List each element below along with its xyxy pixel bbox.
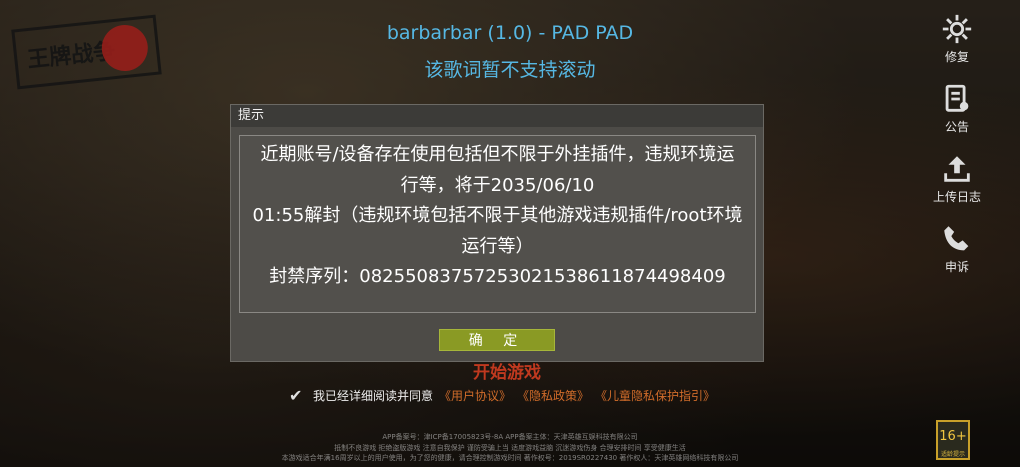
agreement-row: ✔ 我已经详细阅读并同意 《用户协议》 《隐私政策》 《儿童隐私保护指引》 xyxy=(289,386,715,405)
user-agreement-link[interactable]: 《用户协议》 xyxy=(439,387,511,404)
ban-notice-dialog: 提示 近期账号/设备存在使用包括但不限于外挂插件，违规环境运 行等，将于2035… xyxy=(230,104,764,362)
footer-line: 抵制不良游戏 拒绝盗版游戏 注意自我保护 谨防受骗上当 适度游戏益脑 沉迷游戏伤… xyxy=(334,444,686,452)
sidebar-item-upload-log[interactable]: 上传日志 xyxy=(922,152,992,222)
children-policy-link[interactable]: 《儿童隐私保护指引》 xyxy=(595,387,715,404)
sidebar-item-announcement[interactable]: 公告 xyxy=(922,82,992,152)
message-line: 行等，将于2035/06/10 xyxy=(400,174,595,196)
announcement-icon xyxy=(945,84,969,112)
age-rating-value: 16+ xyxy=(939,429,967,444)
side-menu: 修复 公告 上传日志 申诉 xyxy=(922,12,992,292)
dialog-message: 近期账号/设备存在使用包括但不限于外挂插件，违规环境运 行等，将于2035/06… xyxy=(239,135,756,313)
upload-icon xyxy=(944,156,970,182)
sidebar-item-appeal[interactable]: 申诉 xyxy=(922,222,992,292)
footer-line: APP备案号：津ICP备17005823号-8A APP备案主体：天津英雄互娱科… xyxy=(382,433,638,441)
age-rating-caption: 适龄提示 xyxy=(940,451,965,458)
lyrics-notice: 该歌词暂不支持滚动 xyxy=(424,59,596,81)
sidebar-item-label: 上传日志 xyxy=(932,190,981,204)
ban-serial: 封禁序列：0825508375725302153861187449840​9 xyxy=(269,266,726,287)
message-line: 近期账号/设备存在使用包括但不限于外挂插件，违规环境运 xyxy=(260,144,735,165)
agreement-prefix: 我已经详细阅读并同意 xyxy=(313,388,434,403)
song-title: barbarbar (1.0) - PAD PAD xyxy=(386,22,634,44)
sidebar-item-repair[interactable]: 修复 xyxy=(922,12,992,82)
gear-icon xyxy=(942,14,972,44)
sidebar-item-label: 修复 xyxy=(944,50,969,64)
sidebar-item-label: 申诉 xyxy=(944,260,969,274)
sidebar-item-label: 公告 xyxy=(944,120,969,134)
privacy-policy-link[interactable]: 《隐私政策》 xyxy=(517,387,589,404)
footer-line: 本游戏适合年满16周岁以上的用户使用，为了您的健康，请合理控制游戏时间 著作权号… xyxy=(281,454,739,462)
checkmark-icon[interactable]: ✔ xyxy=(289,386,307,405)
message-line: 01:55解封（违规环境包括不限于其他游戏违规插件/root环境 xyxy=(252,205,743,226)
phone-icon xyxy=(944,226,969,251)
confirm-button[interactable]: 确 定 xyxy=(439,329,555,351)
dialog-title: 提示 xyxy=(231,105,763,127)
message-line: 运行等） xyxy=(461,235,534,257)
age-rating-badge: 16+ 适龄提示 xyxy=(936,420,970,460)
